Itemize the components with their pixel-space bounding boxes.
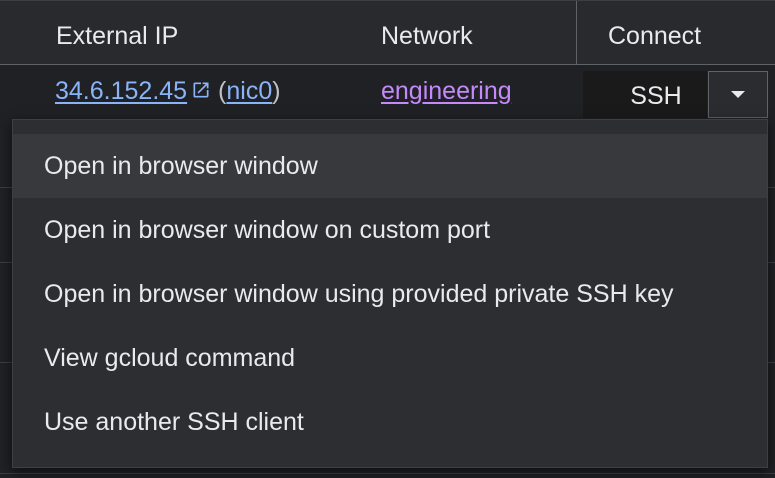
menu-item-view-gcloud-command[interactable]: View gcloud command [13, 326, 767, 390]
table-header-row: External IP Network Connect [0, 0, 775, 65]
menu-item-open-browser-window[interactable]: Open in browser window [13, 134, 767, 198]
column-header-network[interactable]: Network [381, 1, 473, 65]
menu-item-another-ssh-client[interactable]: Use another SSH client [13, 390, 767, 454]
row-divider [0, 473, 775, 474]
network-link[interactable]: engineering [381, 77, 512, 106]
column-header-external-ip[interactable]: External IP [56, 1, 178, 65]
external-ip-link[interactable]: 34.6.152.45 [55, 77, 187, 105]
external-link-icon[interactable] [191, 80, 211, 100]
external-ip-cell: 34.6.152.45 (nic0) [55, 77, 281, 106]
menu-item-open-private-key[interactable]: Open in browser window using provided pr… [13, 262, 767, 326]
nic-paren-close: ) [272, 77, 281, 105]
nic-link[interactable]: nic0 [226, 77, 272, 105]
ssh-button[interactable]: SSH [583, 71, 707, 118]
caret-down-icon [731, 91, 745, 98]
ssh-dropdown-button[interactable] [708, 71, 768, 118]
column-header-connect: Connect [576, 1, 775, 65]
ssh-split-button: SSH [583, 71, 768, 118]
ssh-options-menu: Open in browser window Open in browser w… [12, 119, 768, 468]
menu-item-open-custom-port[interactable]: Open in browser window on custom port [13, 198, 767, 262]
table-row: 34.6.152.45 (nic0) engineering SSH [0, 65, 775, 125]
